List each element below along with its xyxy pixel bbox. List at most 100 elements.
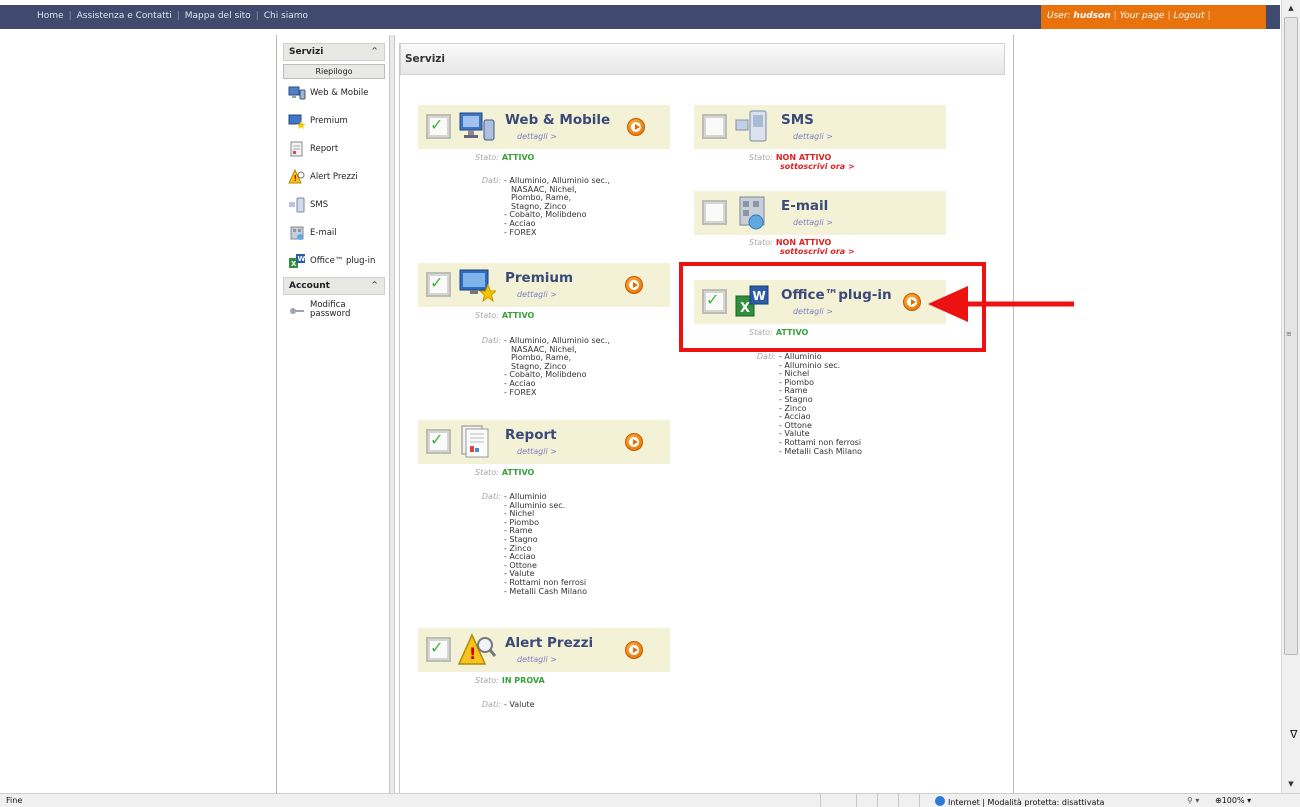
nav-separator: | <box>176 11 180 21</box>
dati-label: Dati: <box>481 700 501 709</box>
protected-mode-icon[interactable]: ⚲ ▾ <box>1187 796 1199 805</box>
stato-label: Stato: <box>749 238 773 247</box>
open-service-icon[interactable] <box>625 641 643 659</box>
status-divider <box>820 794 821 807</box>
service-checkbox[interactable]: ✓ <box>426 637 451 662</box>
office-plugin-icon: XW <box>289 254 306 268</box>
pane-splitter[interactable] <box>389 35 395 793</box>
service-checkbox[interactable] <box>702 200 727 225</box>
sidebar-item-riepilogo[interactable]: Riepilogo <box>283 64 385 79</box>
nav-assistenza-link[interactable]: Assistenza e Contatti <box>77 11 172 21</box>
page-edge-mark: ᐁ <box>1290 728 1298 741</box>
scroll-up-icon[interactable]: ▲ <box>1282 0 1300 16</box>
account-header-label: Account <box>289 281 330 291</box>
status-value: IN PROVA <box>501 676 545 685</box>
dettagli-link[interactable]: dettagli > <box>793 218 833 227</box>
data-item: - Valute <box>504 700 535 709</box>
stato-label: Stato: <box>749 153 773 162</box>
user-label: User: <box>1047 11 1071 21</box>
service-checkbox[interactable]: ✓ <box>426 114 451 139</box>
sidebar-item-label: Premium <box>310 116 348 126</box>
username: hudson <box>1073 11 1111 21</box>
service-checkbox[interactable]: ✓ <box>426 429 451 454</box>
sidebar-item-sms[interactable]: SMS <box>283 191 385 219</box>
sidebar-item-web-mobile[interactable]: Web & Mobile <box>283 79 385 107</box>
subscribe-link[interactable]: sottoscrivi ora > <box>780 247 855 256</box>
service-title: Web & Mobile <box>505 112 611 128</box>
servizi-section-header[interactable]: Servizi ^ <box>283 43 385 61</box>
data-item: - Metalli Cash Milano <box>779 446 862 456</box>
sidebar-item-office-plugin[interactable]: XW Office™ plug-in <box>283 247 385 275</box>
computer-phone-icon <box>459 112 495 141</box>
zoom-level[interactable]: ⊕100% ▾ <box>1215 796 1251 805</box>
sidebar-item-modifica-password[interactable]: Modifica password <box>283 295 385 325</box>
service-status: Stato: NON ATTIVO <box>749 238 831 247</box>
checkbox-inner <box>706 204 723 221</box>
user-box: User: hudson | Your page | Logout | <box>1041 5 1266 29</box>
account-section-header[interactable]: Account ^ <box>283 277 385 295</box>
status-divider <box>856 794 857 807</box>
open-service-icon[interactable] <box>625 276 643 294</box>
nav-home-link[interactable]: Home <box>37 11 64 21</box>
service-data-list: Dati: - Alluminio - Alluminio sec. - Nic… <box>482 492 587 596</box>
data-item: - FOREX <box>504 227 537 237</box>
email-building-icon <box>739 196 765 230</box>
stato-label: Stato: <box>475 311 499 320</box>
computer-phone-icon <box>288 86 306 100</box>
sidebar-item-email[interactable]: E-mail <box>283 219 385 247</box>
service-title: Premium <box>505 270 574 286</box>
monitor-star-icon <box>459 269 496 303</box>
email-building-icon <box>290 226 304 240</box>
status-value: ATTIVO <box>501 468 535 477</box>
check-mark-icon: ✓ <box>430 430 444 449</box>
status-value: ATTIVO <box>501 153 535 162</box>
open-service-icon[interactable] <box>627 118 645 136</box>
dettagli-link[interactable]: dettagli > <box>793 132 833 141</box>
monitor-star-icon <box>288 114 306 129</box>
nav-chi-siamo-link[interactable]: Chi siamo <box>264 11 308 21</box>
page-title: Servizi <box>400 43 1005 75</box>
your-page-link[interactable]: Your page <box>1120 11 1165 21</box>
subscribe-link-label[interactable]: sottoscrivi ora > <box>780 247 855 256</box>
dettagli-link[interactable]: dettagli > <box>517 447 557 456</box>
report-document-icon <box>461 425 489 458</box>
warning-magnifier-icon: ! <box>458 633 496 665</box>
sidebar-item-report[interactable]: Report <box>283 135 385 163</box>
sidebar-item-label: Report <box>310 144 339 154</box>
sidebar-item-label: Modifica password <box>310 300 351 319</box>
dettagli-link[interactable]: dettagli > <box>517 290 557 299</box>
service-data-list: Dati: - Valute <box>482 700 535 710</box>
service-status: Stato: ATTIVO <box>475 153 534 162</box>
service-checkbox[interactable]: ✓ <box>426 272 451 297</box>
stato-label: Stato: <box>475 468 499 477</box>
vertical-scrollbar[interactable]: ▲ ≡ ▼ <box>1281 0 1300 793</box>
subscribe-link-label[interactable]: sottoscrivi ora > <box>780 162 855 171</box>
stato-label: Stato: <box>475 676 499 685</box>
security-zone[interactable]: Internet | Modalità protetta: disattivat… <box>935 796 1104 807</box>
dettagli-link[interactable]: dettagli > <box>517 132 557 141</box>
dati-label: Dati: <box>481 492 501 501</box>
check-mark-icon: ✓ <box>430 115 444 134</box>
nav-mappa-link[interactable]: Mappa del sito <box>185 11 251 21</box>
open-service-icon[interactable] <box>625 433 643 451</box>
stato-label: Stato: <box>475 153 499 162</box>
sidebar-item-label: SMS <box>310 200 329 210</box>
sidebar-item-alert-prezzi[interactable]: ! Alert Prezzi <box>283 163 385 191</box>
service-checkbox[interactable] <box>702 114 727 139</box>
checkbox-inner <box>706 118 723 135</box>
collapse-chevron-icon[interactable]: ^ <box>371 280 378 289</box>
logout-link[interactable]: Logout <box>1174 11 1205 21</box>
zoom-value: 100% <box>1221 796 1245 805</box>
service-title: E-mail <box>781 198 829 214</box>
check-mark-icon: ✓ <box>430 273 444 292</box>
svg-text:!: ! <box>469 644 476 663</box>
scroll-down-icon[interactable]: ▼ <box>1282 776 1300 792</box>
subscribe-link[interactable]: sottoscrivi ora > <box>780 162 855 171</box>
dati-label: Dati: <box>756 352 776 361</box>
user-separator: | <box>1113 11 1117 21</box>
sidebar-item-premium[interactable]: Premium <box>283 107 385 135</box>
nav-separator: | <box>255 11 259 21</box>
dettagli-link[interactable]: dettagli > <box>517 655 557 664</box>
sms-phone-icon <box>289 197 305 213</box>
collapse-chevron-icon[interactable]: ^ <box>371 46 378 55</box>
